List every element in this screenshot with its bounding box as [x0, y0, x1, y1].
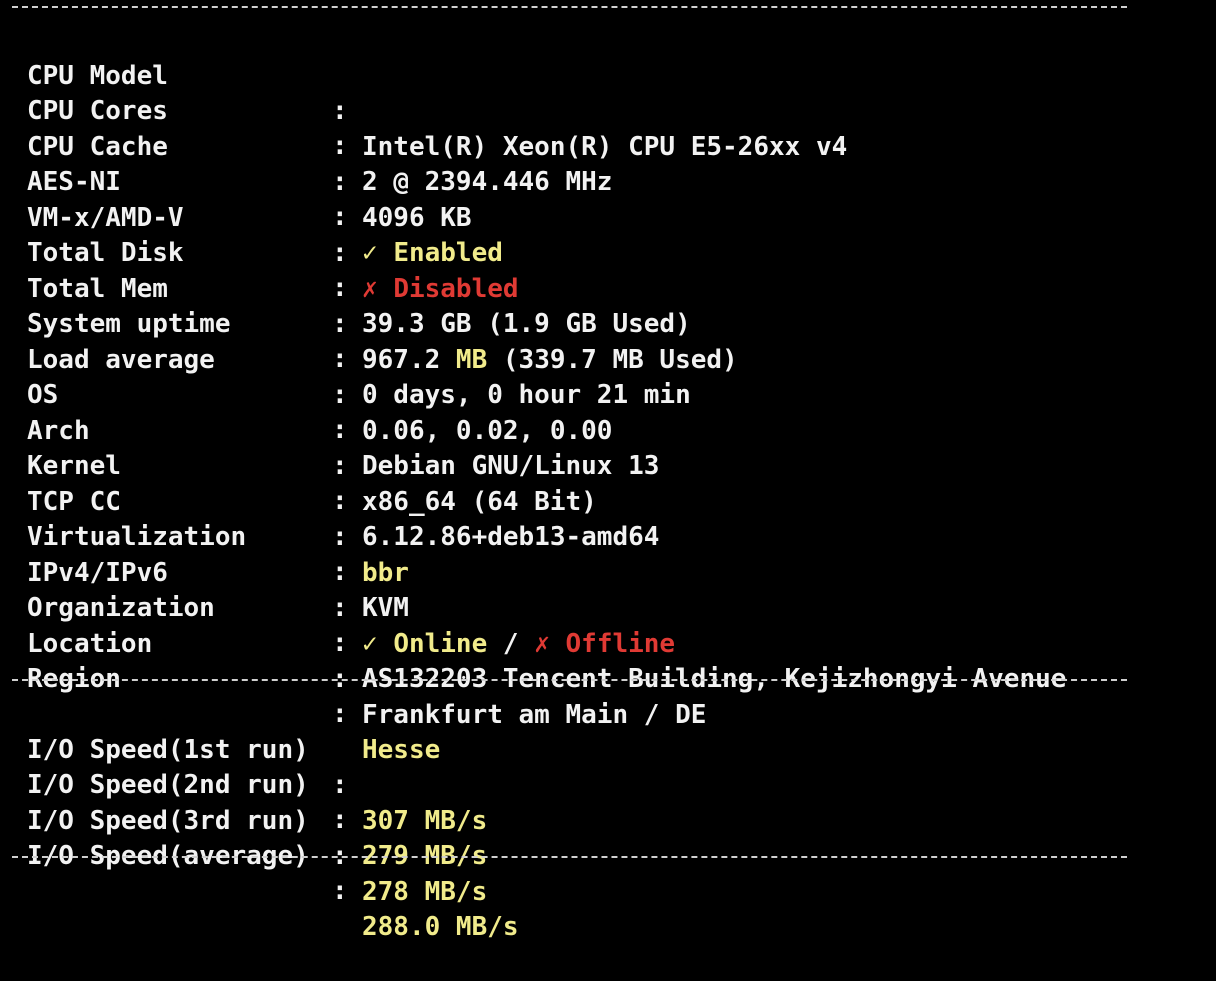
- info-value: Intel(R) Xeon(R) CPU E5-26xx v4: [362, 131, 848, 162]
- info-colon: :: [332, 344, 348, 374]
- info-colon: :: [332, 96, 348, 126]
- info-value: 6.12.86+deb13-amd64: [362, 521, 660, 552]
- cross-icon: ✗: [534, 628, 550, 659]
- terminal-output: CPU Model : Intel(R) Xeon(R) CPU E5-26xx…: [12, 0, 1202, 942]
- info-colon: :: [332, 415, 348, 445]
- info-colon: :: [332, 628, 348, 658]
- check-icon: ✓: [362, 628, 378, 659]
- info-row-arch: Arch : x86_64 (64 Bit): [12, 378, 597, 517]
- info-row-cpu-model: CPU Model : Intel(R) Xeon(R) CPU E5-26xx…: [12, 23, 847, 162]
- info-colon: :: [332, 557, 348, 587]
- info-value: Hesse: [362, 734, 441, 765]
- info-colon: :: [332, 451, 348, 481]
- info-value: 39.3 GB (1.9 GB Used): [362, 308, 691, 339]
- info-value: 0.06, 0.02, 0.00: [362, 415, 613, 446]
- divider-top: [12, 6, 1127, 8]
- info-row-kernel: Kernel : 6.12.86+deb13-amd64: [12, 413, 659, 552]
- status-separator: /: [487, 628, 535, 659]
- info-row-region: Region : Hesse: [12, 626, 440, 765]
- info-row-cpu-cores: CPU Cores : 2 @ 2394.446 MHz: [12, 58, 612, 197]
- info-value: 4096 KB: [362, 202, 472, 233]
- io-value: 307 MB/s: [362, 805, 488, 836]
- info-colon: :: [332, 699, 348, 729]
- info-colon: :: [332, 202, 348, 232]
- info-value: ✓ Enabled: [362, 236, 503, 272]
- io-value: 278 MB/s: [362, 876, 488, 907]
- info-row-tcp-cc: TCP CC : bbr: [12, 449, 409, 588]
- status-online: Online: [393, 628, 488, 659]
- info-value: ✓ Online / ✗ Offline: [362, 627, 675, 663]
- info-row-os: OS : Debian GNU/Linux 13: [12, 342, 659, 481]
- io-row-3rd: I/O Speed(3rd run) : 278 MB/s: [12, 768, 487, 907]
- divider-bottom: [12, 856, 1127, 858]
- info-row-load-average: Load average : 0.06, 0.02, 0.00: [12, 307, 612, 446]
- io-colon: :: [332, 770, 348, 800]
- io-value: 288.0 MB/s: [362, 911, 519, 942]
- info-colon: :: [332, 273, 348, 303]
- io-row-1st: I/O Speed(1st run) : 307 MB/s: [12, 697, 487, 836]
- info-value: 2 @ 2394.446 MHz: [362, 166, 613, 197]
- info-row-organization: Organization : AS132203 Tencent Building…: [12, 555, 1066, 694]
- info-row-ip: IPv4/IPv6 : ✓ Online / ✗ Offline: [12, 520, 675, 659]
- info-value: Debian GNU/Linux 13: [362, 450, 660, 481]
- info-row-uptime: System uptime : 0 days, 0 hour 21 min: [12, 271, 691, 410]
- info-value: Frankfurt am Main / DE: [362, 699, 707, 730]
- info-colon: :: [332, 522, 348, 552]
- info-row-location: Location : Frankfurt am Main / DE: [12, 591, 706, 730]
- info-row-virtualization: Virtualization : KVM: [12, 484, 409, 623]
- info-colon: :: [332, 309, 348, 339]
- cross-icon: ✗: [362, 273, 378, 304]
- info-value: 0 days, 0 hour 21 min: [362, 379, 691, 410]
- io-colon: :: [332, 805, 348, 835]
- check-icon: ✓: [362, 237, 378, 268]
- mem-used: (339.7 MB Used): [487, 344, 738, 375]
- info-row-vmx: VM-x/AMD-V : ✗ Disabled: [12, 165, 519, 304]
- info-colon: :: [332, 238, 348, 268]
- status-enabled: Enabled: [393, 237, 503, 268]
- info-row-total-disk: Total Disk : 39.3 GB (1.9 GB Used): [12, 200, 691, 339]
- info-row-aes-ni: AES-NI : ✓ Enabled: [12, 129, 503, 268]
- io-row-2nd: I/O Speed(2nd run) : 279 MB/s: [12, 732, 487, 871]
- io-colon: :: [332, 876, 348, 906]
- mem-total: 967.2: [362, 344, 456, 375]
- info-colon: :: [332, 167, 348, 197]
- status-offline: Offline: [565, 628, 676, 659]
- info-value: ✗ Disabled: [362, 272, 519, 308]
- info-colon: :: [332, 593, 348, 623]
- info-colon: :: [332, 486, 348, 516]
- info-row-total-mem: Total Mem : 967.2 MB (339.7 MB Used): [12, 236, 738, 375]
- io-row-average: I/O Speed(average) : 288.0 MB/s: [12, 803, 519, 942]
- info-colon: :: [332, 131, 348, 161]
- info-colon: :: [332, 380, 348, 410]
- info-row-cpu-cache: CPU Cache : 4096 KB: [12, 94, 472, 233]
- info-value: 967.2 MB (339.7 MB Used): [362, 343, 738, 379]
- divider-middle: [12, 679, 1127, 681]
- info-value: bbr: [362, 557, 409, 588]
- mem-unit: MB: [455, 344, 488, 375]
- info-value: KVM: [362, 592, 409, 623]
- info-value: x86_64 (64 Bit): [362, 486, 597, 517]
- status-disabled: Disabled: [393, 273, 519, 304]
